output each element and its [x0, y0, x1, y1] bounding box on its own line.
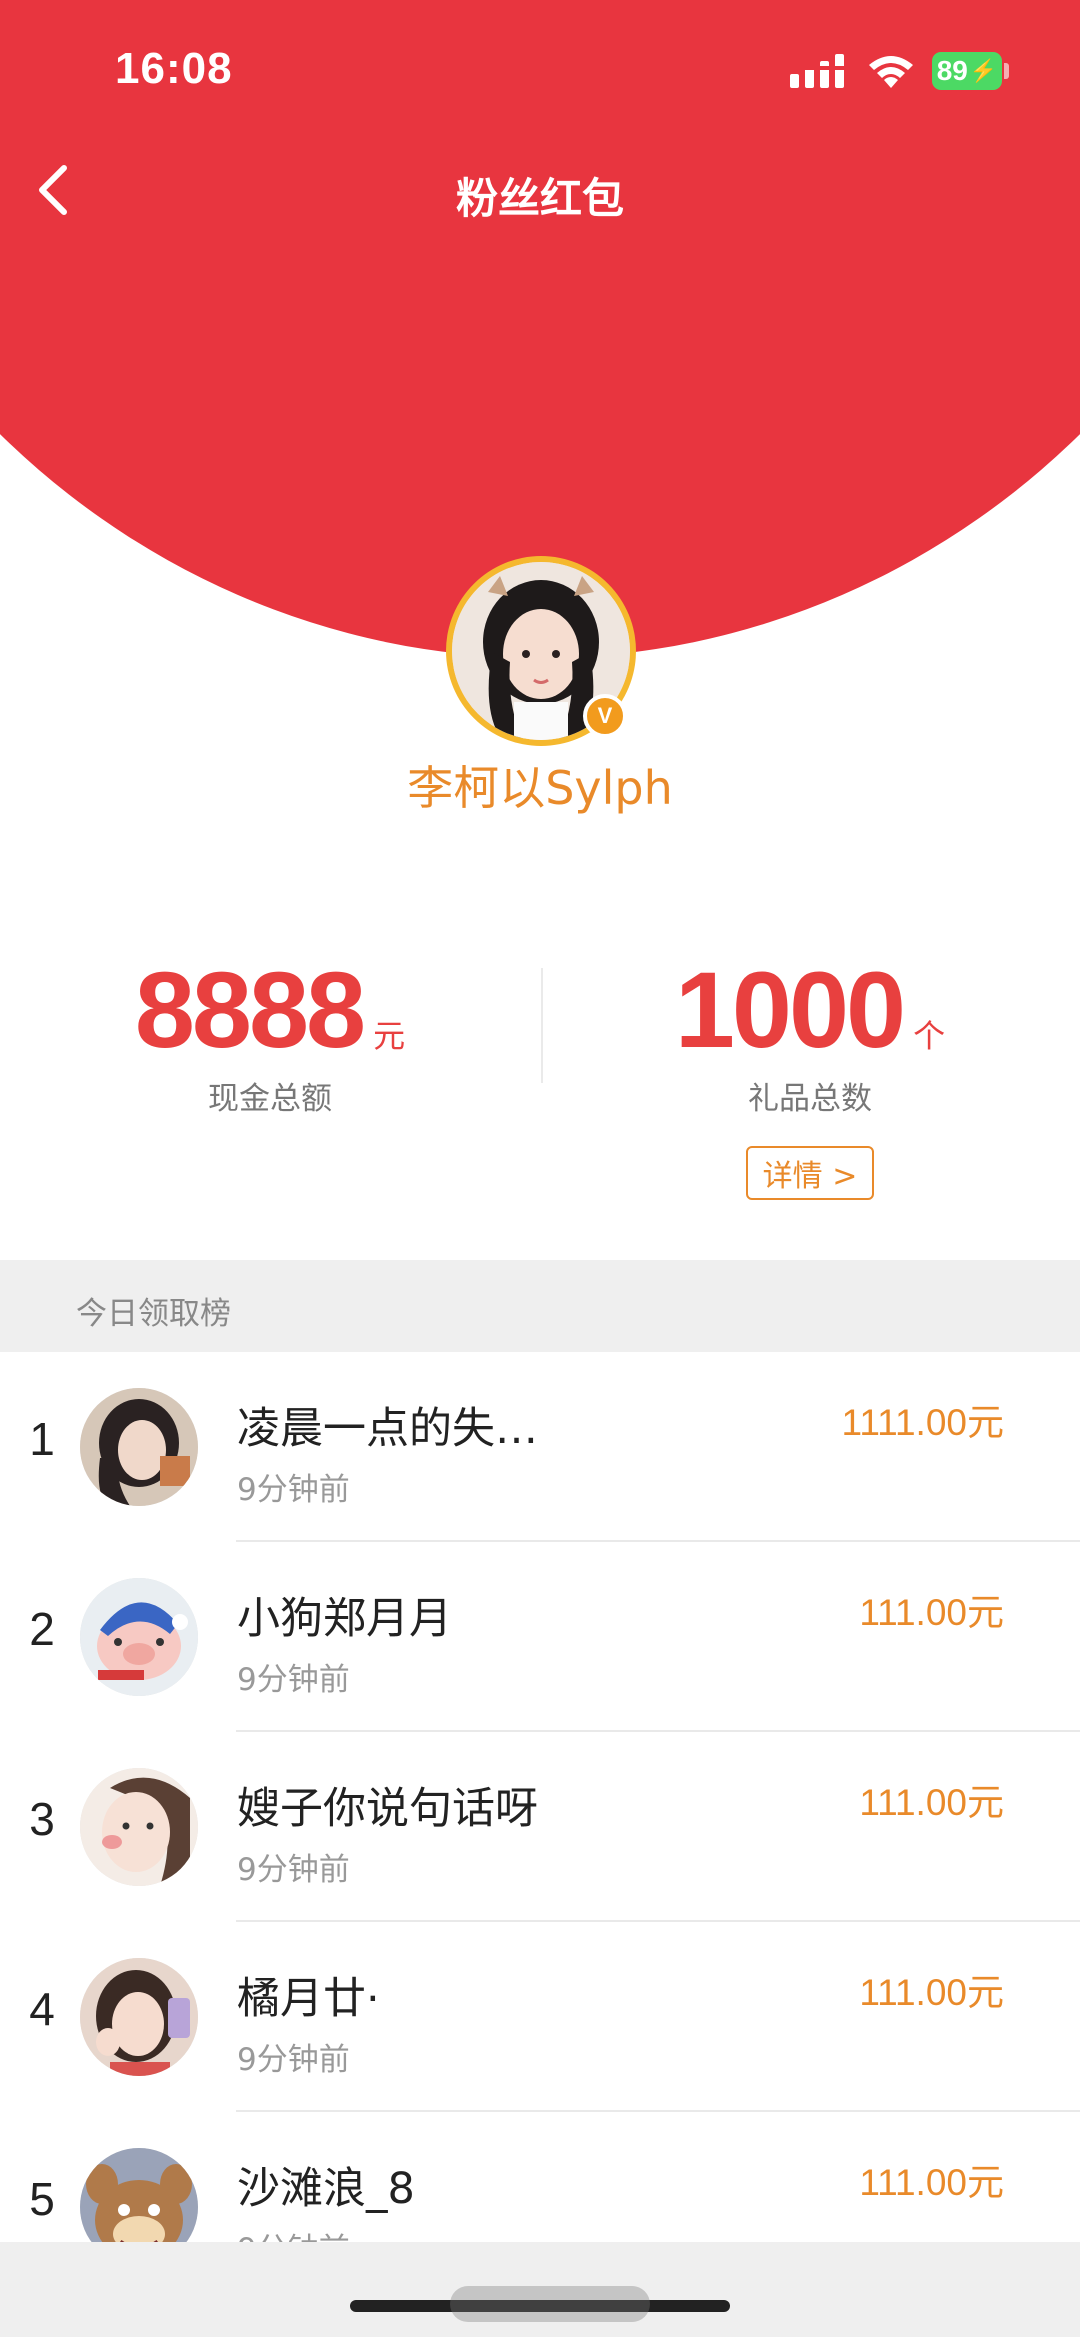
cash-total-unit: 元: [373, 1017, 406, 1055]
leaderboard-title: 今日领取榜: [76, 1296, 231, 1332]
cash-total-label: 现金总额: [208, 1081, 332, 1117]
user-name: 橘月廿·: [237, 1974, 380, 2024]
rank-number: 5: [29, 2173, 55, 2225]
user-avatar[interactable]: [80, 1768, 198, 1886]
rank-number: 4: [29, 1983, 55, 2035]
charging-icon: ⚡: [969, 58, 998, 83]
user-name: 凌晨一点的失…: [237, 1404, 538, 1454]
page-title: 粉丝红包: [455, 174, 624, 223]
user-name: 小狗郑月月: [237, 1594, 452, 1644]
user-avatar[interactable]: [80, 1578, 198, 1696]
gift-total-unit: 个: [913, 1017, 946, 1055]
status-time: 16:08: [115, 44, 233, 93]
watermark-blur: [450, 2286, 650, 2322]
user-avatar[interactable]: [80, 1388, 198, 1506]
list-item[interactable]: 2 小狗郑月月 9分钟前 111.00元: [0, 1542, 1080, 1732]
creator-name[interactable]: 李柯以Sylph: [0, 752, 1080, 818]
claim-time: 9分钟前: [237, 1662, 350, 1698]
rank-number: 3: [29, 1793, 55, 1845]
rank-number: 2: [29, 1603, 55, 1655]
list-item[interactable]: 4 橘月廿· 9分钟前 111.00元: [0, 1922, 1080, 2112]
rank-number: 1: [29, 1413, 55, 1465]
leaderboard-header: 今日领取榜: [0, 1260, 1080, 1352]
claim-time: 9分钟前: [237, 2042, 350, 2078]
battery-tip: [1004, 63, 1009, 79]
cash-total-stat: 8888 元 现金总额: [0, 955, 540, 1118]
gift-total-label: 礼品总数: [748, 1081, 872, 1117]
claim-amount: 111.00元: [859, 1592, 1004, 1633]
wifi-icon: [869, 56, 913, 88]
list-item[interactable]: 3 嫂子你说句话呀 9分钟前 111.00元: [0, 1732, 1080, 1922]
verified-icon: V: [583, 694, 627, 738]
user-name: 嫂子你说句话呀: [237, 1784, 538, 1834]
claim-time: 9分钟前: [237, 1472, 350, 1508]
claim-time: 9分钟前: [237, 1852, 350, 1888]
signal-icon: [790, 54, 844, 88]
cash-total-value: 8888: [134, 949, 366, 1070]
list-item[interactable]: 1 凌晨一点的失… 9分钟前 1111.00元: [0, 1352, 1080, 1542]
gift-total-value: 1000: [674, 949, 906, 1070]
battery-level: 89: [936, 55, 968, 86]
user-name: 沙滩浪_8: [237, 2164, 415, 2214]
claim-amount: 111.00元: [859, 1972, 1004, 2013]
claim-amount: 1111.00元: [841, 1402, 1004, 1443]
gift-total-stat: 1000 个 礼品总数: [540, 955, 1080, 1118]
claim-amount: 111.00元: [859, 1782, 1004, 1823]
user-avatar[interactable]: [80, 1958, 198, 2076]
claim-amount: 111.00元: [859, 2162, 1004, 2203]
battery-icon: 89 ⚡: [932, 52, 1002, 90]
details-button[interactable]: 详情 >: [746, 1146, 874, 1200]
status-bar: 16:08 89 ⚡: [0, 0, 1080, 130]
